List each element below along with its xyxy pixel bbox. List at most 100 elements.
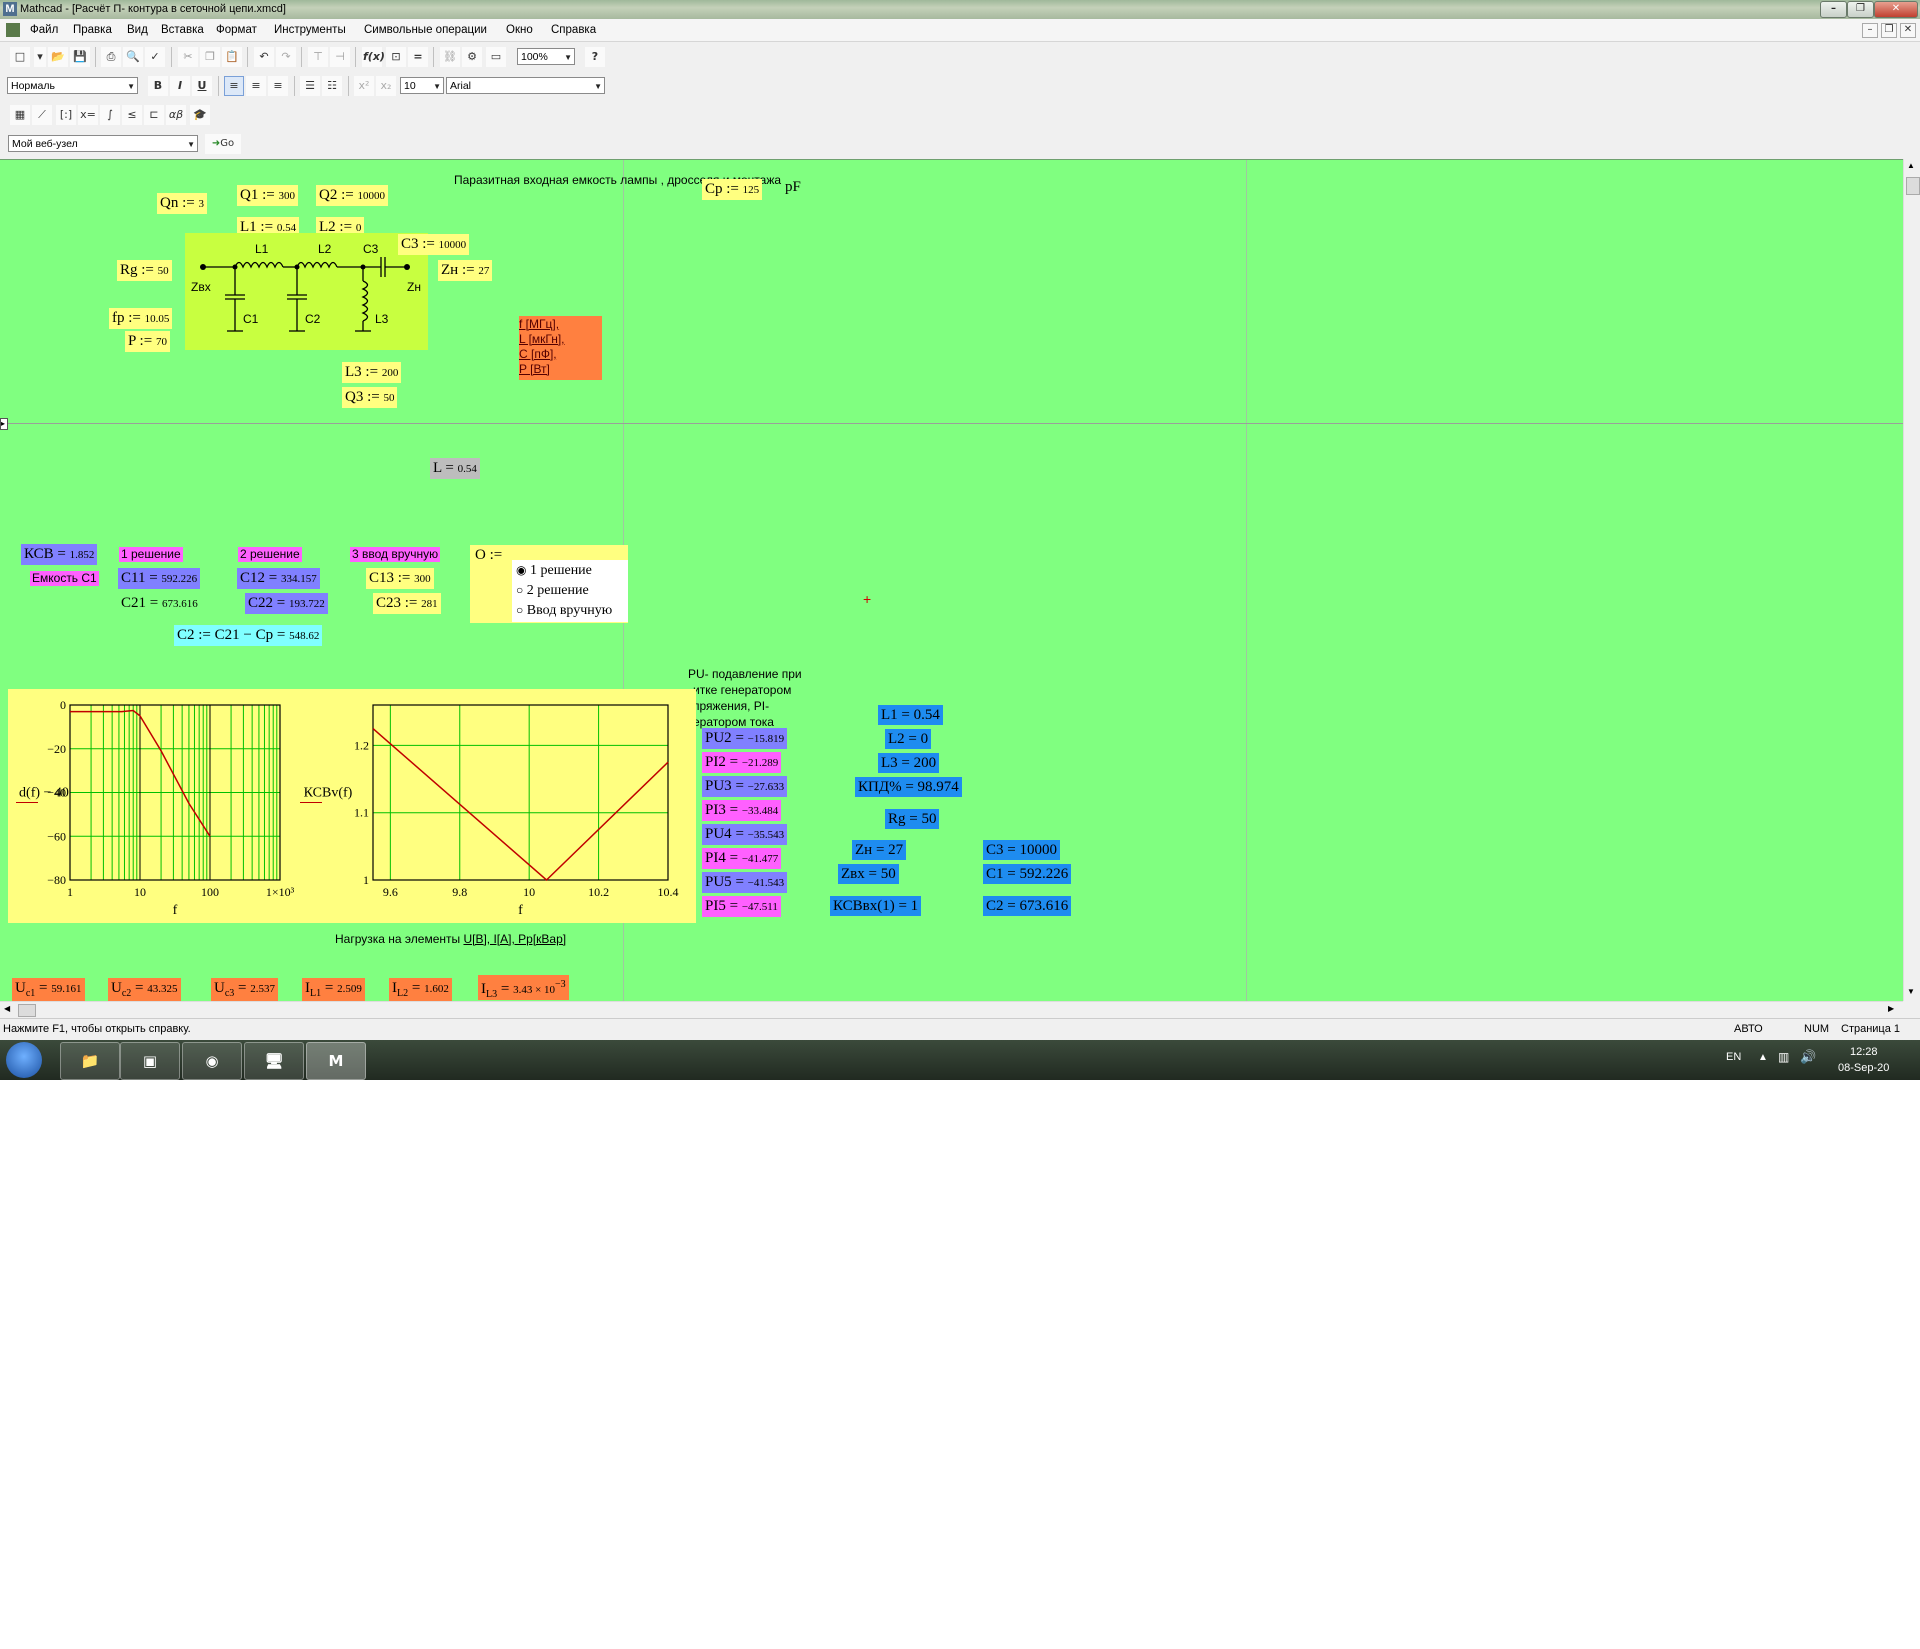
pi4-result[interactable]: PI4 = −41.477 [702, 848, 782, 869]
app-taskbar-icon[interactable]: ▣ [120, 1042, 180, 1080]
scroll-left-icon[interactable]: ◀ [4, 1004, 10, 1013]
menu-symbolics[interactable]: Символьные операции [364, 24, 487, 36]
vswr-plot[interactable]: 9.6 9.8 10 10.2 10.4 1.2 1.1 1 f КСВv(f) [298, 689, 696, 923]
load-uc3[interactable]: Uc3 = 2.537 [211, 978, 279, 1002]
tray-expand-icon[interactable]: ▲ [1758, 1052, 1768, 1063]
language-indicator[interactable]: EN [1726, 1051, 1741, 1063]
summary-rg[interactable]: Rg = 50 [885, 809, 940, 829]
computer-taskbar-icon[interactable]: 🖥 [244, 1042, 304, 1080]
menu-help[interactable]: Справка [551, 24, 596, 36]
horizontal-scrollbar[interactable]: ◀ ▶ [0, 1001, 1903, 1019]
evaluation-toolbar-icon[interactable]: x= [78, 105, 98, 125]
programming-toolbar-icon[interactable]: ⊏ [144, 105, 164, 125]
summary-c1[interactable]: C1 = 592.226 [983, 864, 1072, 884]
align-center-icon[interactable]: ≡ [246, 76, 266, 96]
worksheet[interactable]: ▸ Паразитная входная емкость лампы , дро… [0, 159, 1903, 1002]
numbering-icon[interactable]: ☷ [322, 76, 342, 96]
new-dropdown-icon[interactable]: ▾ [34, 47, 46, 67]
print-icon[interactable]: ⎙ [101, 47, 121, 67]
summary-c2[interactable]: C2 = 673.616 [983, 896, 1072, 916]
radio-option-1[interactable]: ◉ 1 решение [516, 563, 592, 579]
help-icon[interactable]: ? [585, 47, 605, 67]
vertical-scroll-thumb[interactable] [1906, 177, 1920, 195]
greek-toolbar-icon[interactable]: αβ [166, 105, 186, 125]
c2-expression[interactable]: C2 := C21 − Cp = 548.62 [174, 625, 323, 646]
paste-icon[interactable]: 📋 [222, 47, 242, 67]
horizontal-scroll-thumb[interactable] [18, 1004, 36, 1017]
save-icon[interactable]: 💾 [70, 47, 90, 67]
cp-definition[interactable]: Cp := 125 [702, 179, 763, 200]
calculate-icon[interactable]: = [408, 47, 428, 67]
rg-definition[interactable]: Rg := 50 [117, 260, 172, 281]
radio-option-3[interactable]: ○ Ввод вручную [516, 603, 612, 619]
summary-l1[interactable]: L1 = 0.54 [878, 705, 943, 725]
scroll-up-icon[interactable]: ▲ [1907, 161, 1915, 170]
attenuation-plot[interactable]: 1 10 100 1×10³ 0 −20 −40 −60 −80 f d(f) − 40 [8, 689, 313, 923]
summary-efficiency[interactable]: КПД% = 98.974 [855, 777, 962, 797]
c23-definition[interactable]: C23 := 281 [373, 593, 441, 614]
menu-file[interactable]: Файл [30, 24, 58, 36]
pi2-result[interactable]: PI2 = −21.289 [702, 752, 782, 773]
summary-l2[interactable]: L2 = 0 [885, 729, 932, 749]
qn-definition[interactable]: Qn := 3 [157, 193, 207, 214]
c21-result[interactable]: C21 = 673.616 [118, 593, 201, 614]
resource-center-icon[interactable]: ▭ [486, 47, 506, 67]
q3-definition[interactable]: Q3 := 50 [342, 387, 398, 408]
summary-zn[interactable]: Zн = 27 [852, 840, 907, 860]
l3-definition[interactable]: L3 := 200 [342, 362, 402, 383]
boolean-toolbar-icon[interactable]: ≤ [122, 105, 142, 125]
doc-minimize-button[interactable]: – [1862, 23, 1878, 38]
load-il1[interactable]: IL1 = 2.509 [302, 978, 365, 1002]
undo-icon[interactable]: ↶ [254, 47, 274, 67]
network-icon[interactable]: ▥ [1778, 1050, 1789, 1064]
align-down-icon[interactable]: ⊣ [330, 47, 350, 67]
summary-c3[interactable]: C3 = 10000 [983, 840, 1060, 860]
pi5-result[interactable]: PI5 = −47.511 [702, 896, 781, 917]
menu-view[interactable]: Вид [127, 24, 148, 36]
spellcheck-icon[interactable]: ✓ [145, 47, 165, 67]
copy-icon[interactable]: ❐ [200, 47, 220, 67]
italic-button[interactable]: I [170, 76, 190, 96]
insert-hyperlink-icon[interactable]: ⛓ [440, 47, 460, 67]
zoom-combo[interactable]: 100% ▼ [517, 48, 575, 65]
c13-definition[interactable]: C13 := 300 [366, 568, 434, 589]
go-button[interactable]: ➜Go [205, 134, 241, 154]
graph-toolbar-icon[interactable]: ⟋ [32, 105, 52, 125]
clock-time[interactable]: 12:28 [1850, 1046, 1878, 1058]
open-icon[interactable]: 📂 [48, 47, 68, 67]
area-marker-icon[interactable]: ▸ [0, 418, 8, 430]
print-preview-icon[interactable]: 🔍 [123, 47, 143, 67]
menu-tools[interactable]: Инструменты [274, 24, 346, 36]
zn-definition[interactable]: Zн := 27 [438, 260, 493, 281]
calculator-toolbar-icon[interactable]: ▦ [10, 105, 30, 125]
pu4-result[interactable]: PU4 = −35.543 [702, 824, 788, 845]
pu5-result[interactable]: PU5 = −41.543 [702, 872, 788, 893]
doc-restore-button[interactable]: ❐ [1881, 23, 1897, 38]
web-address-combo[interactable]: Мой веб-узел ▼ [8, 135, 198, 152]
align-across-icon[interactable]: ⊤ [308, 47, 328, 67]
menu-edit[interactable]: Правка [73, 24, 112, 36]
mathcad-taskbar-icon[interactable]: M [306, 1042, 366, 1080]
radio-option-2[interactable]: ○ 2 решение [516, 583, 589, 599]
q2-definition[interactable]: Q2 := 10000 [316, 185, 388, 206]
l-result[interactable]: L = 0.54 [430, 458, 480, 479]
load-il2[interactable]: IL2 = 1.602 [389, 978, 452, 1002]
c3-definition[interactable]: C3 := 10000 [398, 234, 470, 255]
ksv-result[interactable]: КСВ = 1.852 [21, 544, 98, 565]
document-icon[interactable] [6, 23, 20, 37]
align-right-icon[interactable]: ≡ [268, 76, 288, 96]
menu-format[interactable]: Формат [216, 24, 257, 36]
clock-date[interactable]: 08-Sep-20 [1838, 1062, 1889, 1074]
insert-component-icon[interactable]: ⚙ [462, 47, 482, 67]
style-combo[interactable]: Нормаль ▼ [7, 77, 138, 94]
load-il3[interactable]: IL3 = 3.43 × 10−3 [478, 975, 569, 1000]
font-combo[interactable]: Arial ▼ [446, 77, 605, 94]
p-definition[interactable]: P := 70 [125, 331, 170, 352]
summary-zvx[interactable]: Zвх = 50 [838, 864, 899, 884]
close-button[interactable]: ✕ [1874, 1, 1918, 18]
pu3-result[interactable]: PU3 = −27.633 [702, 776, 788, 797]
q1-definition[interactable]: Q1 := 300 [237, 185, 298, 206]
c12-result[interactable]: C12 = 334.157 [237, 568, 320, 589]
scroll-down-icon[interactable]: ▼ [1907, 987, 1915, 996]
redo-icon[interactable]: ↷ [276, 47, 296, 67]
